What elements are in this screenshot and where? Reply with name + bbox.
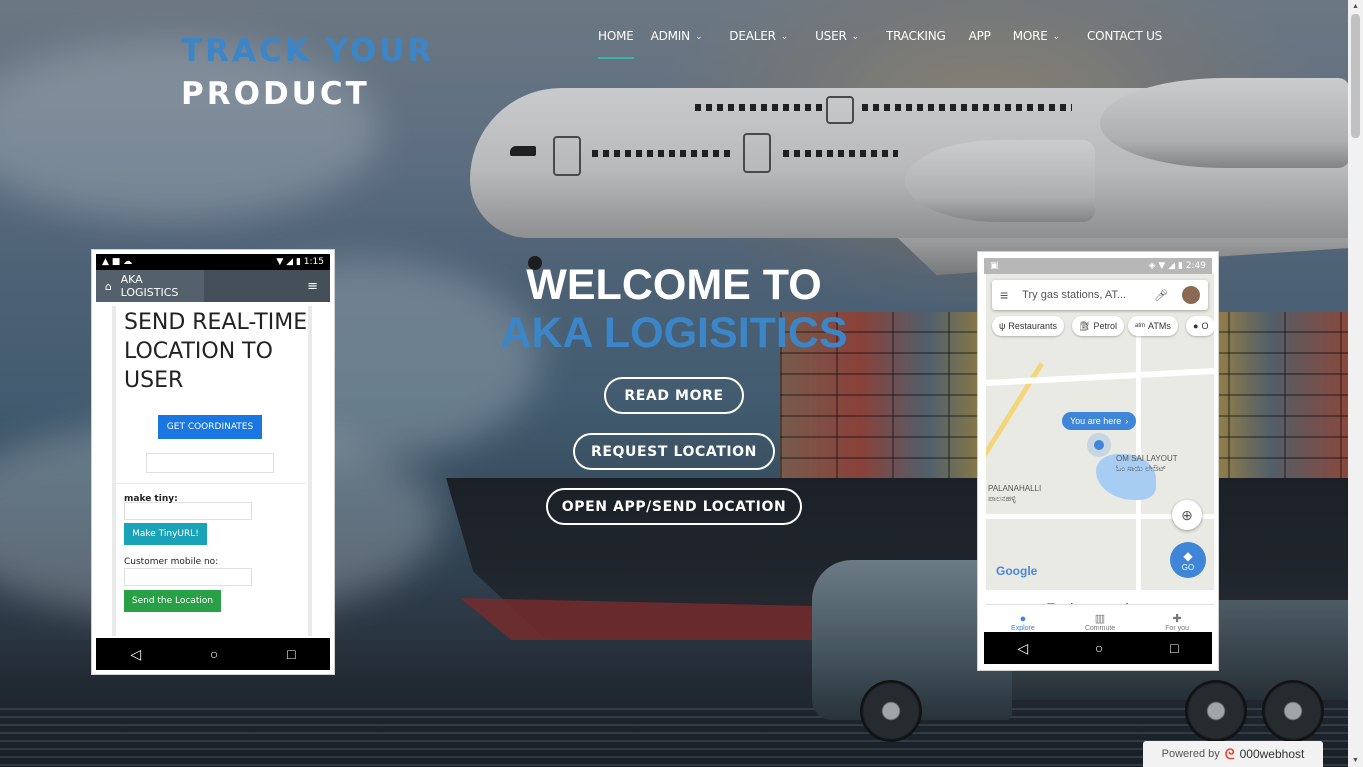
back-icon: ◁ [1017,639,1029,656]
webhost-logo-icon: ᘓ [1224,745,1235,762]
page-scrollbar[interactable]: ▲ ▼ [1348,0,1363,767]
tiny-url-field [124,502,252,520]
nav-app[interactable]: APP [969,29,991,43]
customer-mobile-label: Customer mobile no: [124,557,219,567]
recents-square-icon: □ [1170,640,1179,656]
chip-more: ● O [1186,316,1214,336]
area-label: OM SAI LAYOUT ಓಂ ಸಾಯಿ ಲೇಔಟ್ [1116,454,1178,473]
maps-bottom-tabs: ● Explore ▥ Commute ✚ For you [986,604,1214,634]
logo-line-1: TRACK YOUR [181,33,435,69]
back-icon: ◁ [130,645,142,662]
left-phone-screenshot: ▲ ■ ☁ ▼ ◢ ▮ 1:15 ⌂ AKA LOGISTICS ≡ SEND … [91,249,335,675]
google-logo: Google [996,564,1038,578]
avatar [1182,286,1200,304]
nav-home-label: HOME [598,29,634,43]
powered-by-badge[interactable]: Powered by ᘓ 000webhost [1143,741,1323,767]
pin-icon: ● [1193,321,1199,331]
chip-atms: atm ATMs [1128,316,1178,336]
scroll-down-arrow-icon[interactable]: ▼ [1352,757,1359,764]
status-time: ◈ ▼ ◢ ▮ 2:49 [1148,261,1206,271]
directions-icon: ◆ [1183,548,1193,563]
site-logo[interactable]: TRACK YOUR PRODUCT [181,30,434,116]
make-tinyurl-button: Make TinyURL! [124,523,207,545]
status-time: ▼ ◢ ▮ 1:15 [276,257,324,267]
fuel-icon: ⛽︎ [1079,320,1091,331]
map-view: ≡ Try gas stations, AT... 🎤︎ ψ Restaurant… [986,274,1214,626]
powered-by-label: Powered by [1161,748,1220,760]
chevron-right-icon: › [1125,416,1129,426]
read-more-button[interactable]: READ MORE [604,377,744,414]
nav-tracking[interactable]: TRACKING [886,29,946,43]
phone-app-title: AKA LOGISTICS [120,273,179,299]
logo-line-2: PRODUCT [181,76,370,112]
maps-search-bar: ≡ Try gas stations, AT... 🎤︎ [992,280,1208,310]
main-nav: HOME ADMIN ⌄ DEALER ⌄ USER ⌄ TRACKING AP… [598,26,1162,59]
tab-commute: ▥ Commute [1084,613,1116,632]
phone-status-bar: ▲ ■ ☁ ▼ ◢ ▮ 1:15 [96,254,330,270]
nav-dealer[interactable]: DEALER ⌄ [729,29,788,43]
coordinates-field [146,453,274,473]
nav-more-label: MORE [1012,29,1048,43]
chevron-down-icon: ⌄ [694,32,703,42]
commute-icon: ▥ [1094,613,1106,625]
nav-user[interactable]: USER ⌄ [815,29,859,43]
phone-app-bar: ⌂ AKA LOGISTICS ≡ [96,270,330,302]
right-phone-screenshot: ▣ ◈ ▼ ◢ ▮ 2:49 ≡ Try gas stations, AT...… [977,251,1219,671]
home-icon: ⌂ [104,279,112,293]
scroll-up-arrow-icon[interactable]: ▲ [1352,3,1359,10]
phone-nav-bar: ◁ ○ □ [984,632,1212,664]
nav-more[interactable]: MORE ⌄ [1013,29,1060,43]
nav-admin[interactable]: ADMIN ⌄ [651,29,703,43]
customer-mobile-field [124,568,252,586]
host-name: 000webhost [1239,747,1305,761]
nav-home[interactable]: HOME [598,29,634,59]
phone-page-content: SEND REAL-TIME LOCATION TO USER GET COOR… [112,306,312,636]
phone-heading: SEND REAL-TIME LOCATION TO USER [124,310,308,393]
nav-dealer-label: DEALER [729,29,776,43]
area-label: PALANAHALLI ಪಾಲನಹಳ್ಳಿ [988,484,1042,503]
chip-restaurants: ψ Restaurants [992,316,1064,336]
chevron-down-icon: ⌄ [780,32,789,42]
my-location-icon: ⊕ [1172,500,1202,530]
pin-icon: ● [1019,613,1027,625]
atm-icon: atm [1135,323,1146,329]
tab-for-you: ✚ For you [1165,613,1189,632]
phone-status-bar: ▣ ◈ ▼ ◢ ▮ 2:49 [984,258,1212,274]
map-road [986,368,1214,386]
get-coordinates-button: GET COORDINATES [158,415,262,439]
nav-contact-us-label: CONTACT US [1086,29,1163,43]
scrollbar-thumb[interactable] [1351,14,1360,138]
open-app-send-location-button[interactable]: OPEN APP/SEND LOCATION [546,488,802,525]
chip-petrol: ⛽︎ Petrol [1072,316,1124,336]
home-circle-icon: ○ [209,646,219,662]
request-location-button[interactable]: REQUEST LOCATION [573,433,775,470]
directions-go-button: ◆ GO [1170,542,1206,578]
notification-icons: ▲ ■ ☁ [102,257,133,267]
fork-knife-icon: ψ [999,321,1006,331]
app-title-box: ⌂ AKA LOGISTICS [96,270,204,302]
for-you-icon: ✚ [1172,613,1182,625]
send-location-button: Send the Location [124,590,221,612]
nav-user-label: USER [815,29,847,43]
nav-app-label: APP [968,29,991,43]
home-circle-icon: ○ [1094,640,1104,656]
nav-admin-label: ADMIN [650,29,691,43]
recents-square-icon: □ [287,646,296,662]
current-location-dot [1094,440,1104,450]
you-are-here-marker: You are here › [1062,412,1137,430]
maps-search-placeholder: Try gas stations, AT... [1022,289,1127,301]
chevron-down-icon: ⌄ [1052,32,1061,42]
microphone-icon: 🎤︎ [1154,289,1168,302]
image-icon: ▣ [990,261,999,271]
hamburger-menu-icon: ≡ [307,279,318,294]
tab-explore: ● Explore [1011,613,1035,632]
nav-contact-us[interactable]: CONTACT US [1087,29,1162,43]
phone-nav-bar: ◁ ○ □ [96,638,330,670]
nav-tracking-label: TRACKING [885,29,946,43]
chevron-down-icon: ⌄ [851,32,860,42]
menu-icon: ≡ [1000,287,1009,303]
